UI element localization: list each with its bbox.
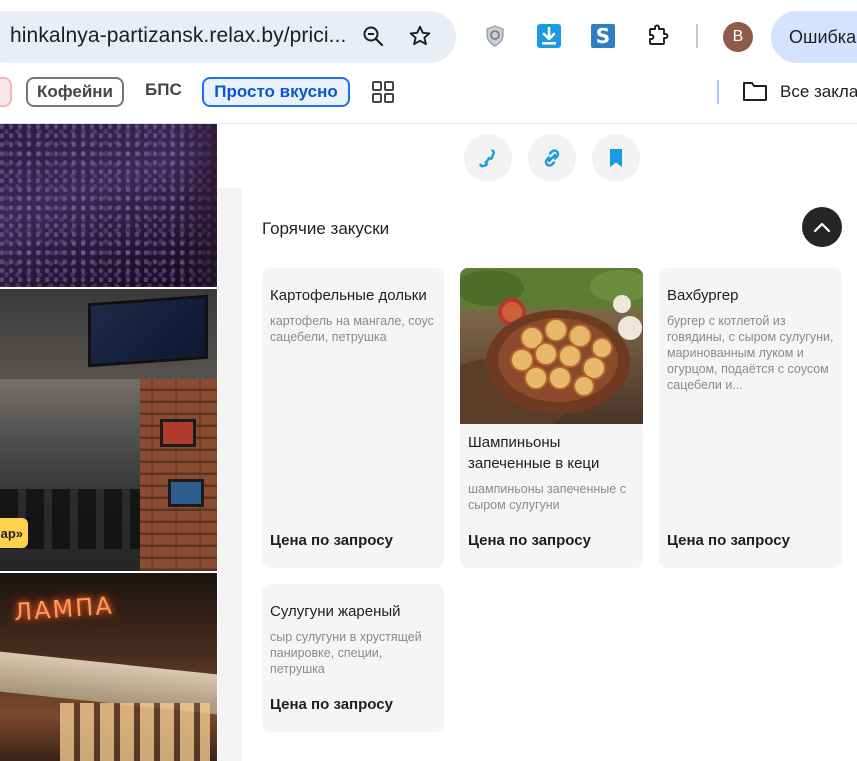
dish-card[interactable]: Вахбургер бургер с котлетой из говядины,… — [659, 268, 842, 568]
link-icon — [544, 149, 560, 167]
bookmark-partial[interactable] — [0, 77, 12, 107]
restaurant-photo-lampa[interactable]: ЛАМПА — [0, 573, 217, 761]
promo-tag[interactable]: ар» — [0, 518, 28, 548]
dish-title: Шампиньоны запеченные в кеци — [468, 434, 600, 472]
photo-shade — [177, 124, 217, 287]
restaurant-photo-bar[interactable] — [0, 289, 217, 571]
neon-sign: ЛАМПА — [13, 591, 115, 627]
action-bar — [218, 124, 857, 188]
shield-icon[interactable] — [479, 20, 511, 52]
phone-button[interactable] — [464, 134, 512, 182]
dish-price: Цена по запросу — [270, 532, 393, 549]
error-label: Ошибка — [789, 27, 857, 47]
toolbar-divider — [696, 24, 698, 48]
bookmark-bps[interactable]: БПС — [145, 80, 182, 106]
s-extension-icon[interactable]: S — [587, 20, 619, 52]
zoom-icon[interactable] — [359, 22, 387, 50]
picture-frame — [160, 419, 196, 447]
restaurant-photo-sequins[interactable] — [0, 124, 217, 287]
chevron-up-icon — [813, 222, 831, 233]
dish-description: картофель на мангале, соус сацебели, пет… — [270, 314, 434, 344]
section-title: Горячие закуски — [262, 219, 390, 238]
dish-price: Цена по запросу — [270, 696, 393, 713]
save-bookmark-button[interactable] — [592, 134, 640, 182]
dish-title: Сулугуни жареный — [270, 603, 401, 620]
dish-price: Цена по запросу — [468, 532, 591, 549]
dish-description: шампиньоны запеченные с сыром сулугуни — [468, 482, 626, 512]
bookmarks-divider — [717, 80, 719, 104]
dish-price: Цена по запросу — [667, 532, 790, 549]
puzzle-icon[interactable] — [642, 20, 674, 52]
content-gutter — [218, 188, 242, 761]
dish-title: Картофельные дольки — [270, 287, 427, 304]
avatar[interactable]: B — [723, 22, 753, 52]
windows — [60, 703, 210, 761]
download-icon[interactable] — [533, 20, 565, 52]
dish-photo — [460, 268, 643, 424]
folder-icon[interactable] — [742, 80, 770, 104]
picture-frame — [168, 479, 204, 507]
bookmark-prosto-vkusno[interactable]: Просто вкусно — [202, 77, 350, 107]
browser-toolbar: hinkalnya-partizansk.relax.by/prici... S… — [0, 0, 857, 72]
dish-description: бургер с котлетой из говядины, с сыром с… — [667, 314, 834, 392]
bookmark-star-icon[interactable] — [406, 22, 434, 50]
svg-text:S: S — [596, 24, 610, 48]
bookmark-coffee[interactable]: Кофейни — [26, 77, 124, 107]
dish-card[interactable]: Картофельные дольки картофель на мангале… — [262, 268, 444, 568]
dish-card[interactable]: Сулугуни жареный сыр сулугуни в хрустяще… — [262, 584, 444, 732]
dish-description: сыр сулугуни в хрустящей панировке, спец… — [270, 630, 422, 676]
link-button[interactable] — [528, 134, 576, 182]
tv-screen — [88, 294, 208, 368]
dish-title: Вахбургер — [667, 287, 739, 304]
error-button[interactable]: Ошибка — [771, 11, 857, 63]
all-bookmarks-label[interactable]: Все закла — [780, 82, 857, 102]
url-text[interactable]: hinkalnya-partizansk.relax.by/prici... — [10, 24, 346, 48]
bookmarks-bar: Кофейни БПС Просто вкусно Все закла — [0, 72, 857, 124]
bookmark-icon — [610, 149, 622, 167]
phone-icon — [479, 149, 496, 168]
dish-card[interactable]: Шампиньоны запеченные в кеци шампиньоны … — [460, 268, 643, 568]
apps-grid-icon[interactable] — [372, 81, 394, 108]
brick-wall — [140, 379, 217, 571]
collapse-button[interactable] — [802, 207, 842, 247]
